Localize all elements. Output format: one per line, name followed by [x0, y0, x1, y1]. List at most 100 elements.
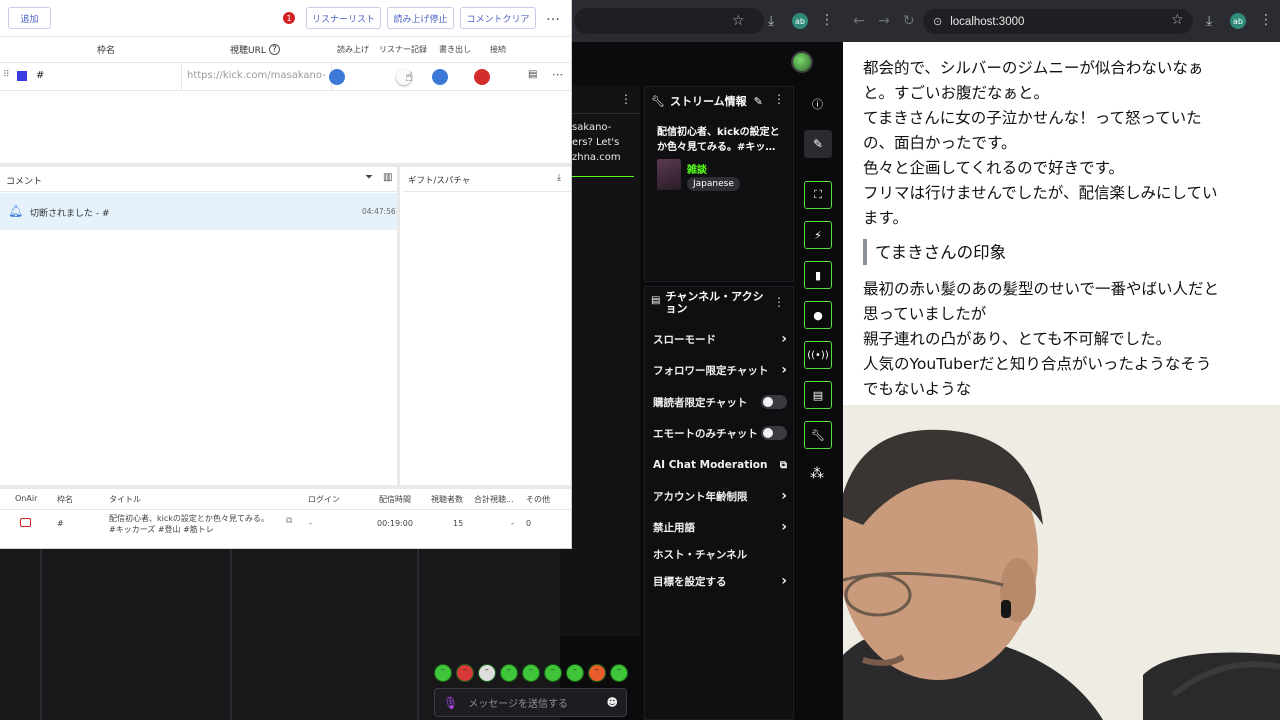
article-line: ます。	[863, 209, 908, 227]
address-bar[interactable]: ⊙ localhost:3000	[923, 9, 1193, 34]
channel-actions-panel: ▤ チャンネル・アクション ⋮ スローモード › フォロワー限定チャット › 購…	[644, 286, 794, 720]
listener-list-button[interactable]: リスナーリスト	[306, 7, 381, 29]
row-more-icon[interactable]: ⋯	[552, 68, 563, 81]
table-header: 合計視聴...	[474, 495, 514, 504]
more-options-icon[interactable]: …	[546, 8, 560, 24]
table-row[interactable]: # 配信初心者、kickの設定とか色々見てみる。 #キッカーズ #登山 #筋トレ…	[0, 510, 571, 538]
table-header: タイトル	[109, 495, 141, 504]
chat-menu-icon[interactable]: ⋮	[620, 92, 632, 106]
stream-name[interactable]: #	[36, 70, 44, 81]
row-other: 0	[526, 519, 532, 528]
category-label[interactable]: 雑談	[687, 161, 707, 176]
article-line: 親子連れの凸があり、とても不可解でした。	[863, 330, 1172, 348]
language-badge: Japanese	[687, 177, 740, 191]
ai-moderation-row[interactable]: AI Chat Moderation ⧉	[653, 451, 787, 479]
emote-only-toggle[interactable]	[761, 426, 787, 440]
error-badge[interactable]: 1	[283, 12, 295, 24]
column-header-read: 読み上げ	[337, 45, 369, 54]
back-arrow-icon[interactable]: ←	[853, 13, 865, 29]
emoji-picker-icon[interactable]: ☻	[607, 696, 618, 709]
profile-avatar[interactable]: ab	[792, 13, 808, 29]
grid-divider	[230, 548, 232, 720]
bookmark-star-icon[interactable]: ☆	[1171, 12, 1184, 28]
menu-kebab-icon[interactable]: ⋮	[820, 12, 834, 28]
panel-menu-icon[interactable]: ⋮	[773, 295, 785, 309]
chat-line: sakano-	[572, 122, 612, 133]
add-button[interactable]: 追加	[8, 7, 51, 29]
forward-arrow-icon[interactable]: →	[878, 13, 890, 29]
emote-icon[interactable]: ᵔ	[456, 664, 474, 682]
chat-message-input[interactable]: 🎙︎ メッセージを送信する ☻	[434, 688, 627, 717]
microphone-icon[interactable]: 🎙︎	[443, 696, 458, 710]
stream-row: ⠿ # https://kick.com/masakano- ▤ ⋯	[0, 63, 571, 90]
clear-comments-button[interactable]: コメントクリア	[460, 7, 536, 29]
kick-browser-window: ☆ ⤓ ab ⋮ ⋮ sakano- ers? Let's zhna.com 🔧…	[560, 0, 843, 720]
emote-icon[interactable]: ᵔ	[500, 664, 518, 682]
columns-icon[interactable]: ▥	[383, 172, 392, 183]
url-text: localhost:3000	[950, 15, 1025, 28]
edit-mode-button[interactable]: ✎	[804, 130, 832, 158]
stop-reading-button[interactable]: 読み上げ停止	[387, 7, 454, 29]
comment-log-icon[interactable]: ▤	[528, 69, 537, 80]
chat-bubble-icon[interactable]: ●	[804, 301, 832, 329]
emote-icon[interactable]: ᵔ	[434, 664, 452, 682]
onair-icon	[20, 518, 31, 527]
stream-url-input[interactable]: https://kick.com/masakano-	[187, 70, 327, 81]
gifts-title: ギフト/スパチャ	[408, 176, 471, 186]
account-age-row[interactable]: アカウント年齢制限 ›	[653, 482, 787, 510]
emote-quick-bar: ᵔ ᵔ ᵔ ᵔ ᵔ ᵔ ᵔ ᵔ ᵔ	[434, 664, 630, 684]
user-avatar[interactable]	[791, 51, 813, 73]
divider	[0, 36, 571, 37]
nodes-icon[interactable]: ⁂	[810, 466, 824, 482]
info-icon[interactable]: ⓘ	[812, 96, 823, 112]
emote-icon[interactable]: ᵔ	[478, 664, 496, 682]
menu-label: 禁止用語	[653, 521, 695, 534]
reload-icon[interactable]: ↻	[903, 13, 915, 29]
divider	[0, 191, 397, 192]
broadcast-icon[interactable]: ((•))	[804, 341, 832, 369]
download-icon[interactable]: ⤓	[1206, 13, 1212, 29]
copy-icon[interactable]: ⧉	[286, 516, 292, 526]
banned-words-row[interactable]: 禁止用語 ›	[653, 513, 787, 541]
stream-info-title: ストリーム情報	[669, 95, 747, 108]
emote-icon[interactable]: ᵔ	[566, 664, 584, 682]
comment-item[interactable]: 🔔︎ 切断されました - # 04:47:56	[0, 193, 397, 230]
bookmark-star-icon[interactable]: ☆	[732, 13, 745, 29]
comments-title: コメント	[6, 177, 43, 187]
chat-message-fragment: sakano- ers? Let's zhna.com	[572, 120, 621, 165]
download-icon[interactable]: ⤓	[768, 13, 774, 29]
emote-icon[interactable]: ᵔ	[610, 664, 628, 682]
layout-icon[interactable]: ▤	[804, 381, 832, 409]
site-info-icon[interactable]: ⊙	[933, 15, 942, 28]
divider	[403, 191, 571, 192]
lightning-icon[interactable]: ⚡︎	[804, 221, 832, 249]
stream-info-panel: 🔧︎ ストリーム情報 ✎ ⋮ 配信初心者、kickの設定とか色々見てみる。#キッ…	[644, 86, 794, 282]
capture-icon[interactable]: ⛶	[804, 181, 832, 209]
cursor-hand-icon: ☝	[405, 70, 413, 85]
drag-handle-icon[interactable]: ⠿	[3, 70, 10, 80]
table-header: ログイン	[308, 495, 340, 504]
edit-pencil-icon[interactable]: ✎	[754, 95, 763, 108]
color-swatch[interactable]	[17, 71, 27, 81]
menu-label: AI Chat Moderation	[653, 459, 768, 471]
follower-only-row[interactable]: フォロワー限定チャット ›	[653, 356, 787, 384]
notes-icon[interactable]: ▮	[804, 261, 832, 289]
article-line: と。すごいお腹だなぁと。	[863, 84, 1050, 102]
filter-icon[interactable]: ⏷	[365, 172, 373, 183]
slow-mode-row[interactable]: スローモード ›	[653, 325, 787, 353]
subscriber-only-toggle[interactable]	[761, 395, 787, 409]
host-channel-row[interactable]: ホスト・チャンネル	[653, 540, 787, 568]
emote-icon[interactable]: ᵔ	[588, 664, 606, 682]
menu-kebab-icon[interactable]: ⋮	[1259, 12, 1273, 28]
panel-menu-icon[interactable]: ⋮	[773, 92, 785, 106]
help-icon[interactable]: ?	[268, 44, 280, 55]
wrench-icon[interactable]: 🔧︎	[804, 421, 832, 449]
emote-icon[interactable]: ᵔ	[544, 664, 562, 682]
profile-avatar[interactable]: ab	[1230, 13, 1246, 29]
sort-icon[interactable]: ⤓	[557, 173, 561, 183]
set-goal-row[interactable]: 目標を設定する ›	[653, 567, 787, 595]
section-heading: てまきさんの印象	[863, 239, 1260, 265]
column-header-name: 枠名	[97, 46, 116, 56]
emote-icon[interactable]: ᵔ	[522, 664, 540, 682]
article-line: てまきさんに女の子泣かせんな！って怒っていた	[863, 109, 1202, 127]
